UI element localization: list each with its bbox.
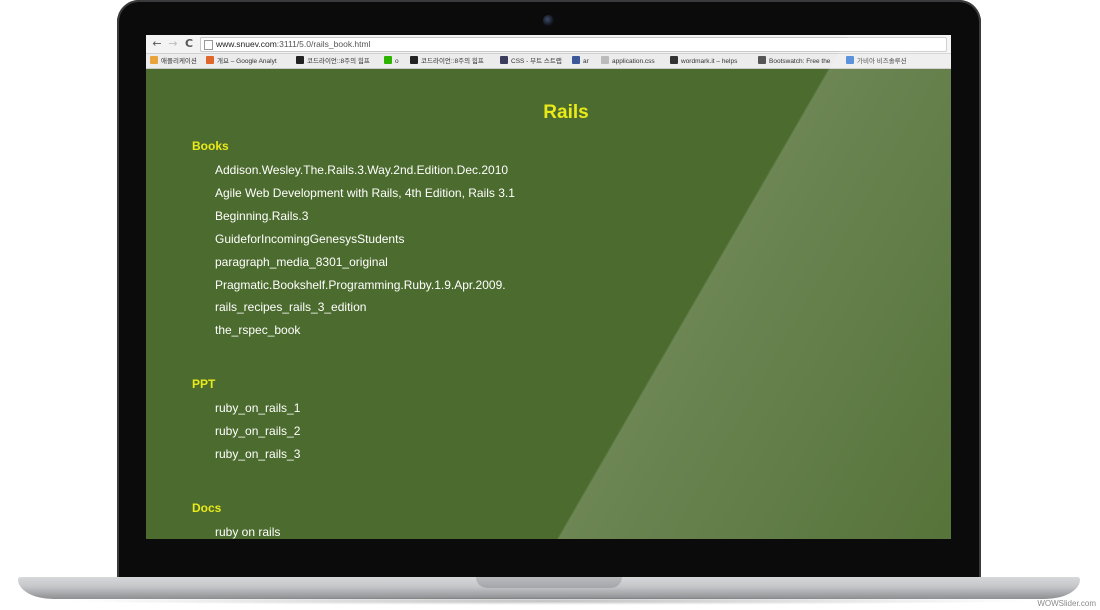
url-host: www.snuev.com [216, 39, 277, 49]
bookmark-item[interactable]: Bootswatch: Free the [758, 56, 830, 66]
document-link[interactable]: ruby_on_rails_3 [215, 447, 300, 461]
bookmark-label: ar [583, 58, 589, 65]
bookmark-label: 가비아 비즈솔루션 [857, 58, 907, 65]
bookmarks-bar: 애플리케이션 개요 – Google Analyt 코드라이언::8주의 힘프 o 코드… [146, 54, 951, 69]
bookmark-item[interactable]: 코드라이언::8주의 힘프 [410, 56, 484, 66]
facebook-icon [572, 56, 580, 64]
bookmark-label: 코드라이언::8주의 힘프 [421, 58, 484, 65]
webcam-icon [543, 15, 554, 26]
bootswatch-icon [758, 56, 766, 64]
laptop-screen: ← → C www.snuev.com:3111/5.0/rails_book.… [146, 35, 951, 539]
address-bar-row: ← → C www.snuev.com:3111/5.0/rails_book.… [146, 35, 951, 54]
bookmark-item[interactable]: 개요 – Google Analyt [206, 56, 277, 66]
bookmark-item[interactable]: 가비아 비즈솔루션 [846, 56, 907, 66]
bookmark-label: o [395, 58, 399, 65]
bookmark-item[interactable]: wordmark.it – helps [670, 56, 737, 66]
document-link[interactable]: the_rspec_book [215, 323, 300, 337]
document-link[interactable]: Pragmatic.Bookshelf.Programming.Ruby.1.9… [215, 278, 506, 292]
section-heading-docs: Docs [192, 501, 222, 515]
bookmark-label: 개요 – Google Analyt [217, 58, 277, 65]
forward-icon[interactable]: → [166, 37, 180, 51]
document-link[interactable]: ruby_on_rails_2 [215, 424, 300, 438]
bookmark-label: 코드라이언::8주의 힘프 [307, 58, 370, 65]
page-icon [204, 40, 213, 50]
bookmark-item[interactable]: 애플리케이션 [150, 56, 197, 66]
document-link[interactable]: ruby_on_rails_1 [215, 401, 300, 415]
url-field[interactable]: www.snuev.com:3111/5.0/rails_book.html [200, 37, 947, 52]
coderlion-icon [296, 56, 304, 64]
page-content: Rails Books Addison.Wesley.The.Rails.3.Wa… [146, 69, 951, 539]
bookmark-item[interactable]: application.css [601, 56, 655, 66]
bookmark-item[interactable]: 코드라이언::8주의 힘프 [296, 56, 370, 66]
bookmark-label: Bootswatch: Free the [769, 58, 831, 65]
bookmark-label: application.css [612, 58, 655, 65]
section-heading-ppt: PPT [192, 377, 216, 391]
document-link[interactable]: Beginning.Rails.3 [215, 209, 308, 223]
document-link[interactable]: GuideforIncomingGenesysStudents [215, 232, 404, 246]
bookmark-item[interactable]: o [384, 56, 399, 66]
laptop-shadow [60, 597, 1040, 605]
document-link[interactable]: Agile Web Development with Rails, 4th Ed… [215, 186, 515, 200]
naver-icon [384, 56, 392, 64]
url-text: www.snuev.com:3111/5.0/rails_book.html [216, 38, 371, 51]
wordmark-icon [670, 56, 678, 64]
bookmark-label: CSS - 부트 스트랩 [511, 58, 562, 65]
document-link[interactable]: rails_recipes_rails_3_edition [215, 300, 366, 314]
bookmark-label: wordmark.it – helps [681, 58, 738, 65]
coderlion-icon [410, 56, 418, 64]
laptop-opening-notch [476, 577, 622, 588]
document-link[interactable]: Addison.Wesley.The.Rails.3.Way.2nd.Editi… [215, 163, 508, 177]
bookmark-item[interactable]: CSS - 부트 스트랩 [500, 56, 562, 66]
gabia-icon [846, 56, 854, 64]
apps-grid-icon [150, 56, 158, 64]
bookmark-item[interactable]: ar [572, 56, 589, 66]
bootstrap-icon [500, 56, 508, 64]
bookmark-label: 애플리케이션 [161, 58, 197, 65]
analytics-icon [206, 56, 214, 64]
page-title: Rails [543, 102, 589, 123]
document-link[interactable]: paragraph_media_8301_original [215, 255, 388, 269]
section-heading-books: Books [192, 139, 229, 153]
document-link[interactable]: ruby on rails [215, 525, 280, 539]
watermark: WOWSlider.com [1037, 599, 1096, 608]
file-icon [601, 56, 609, 64]
reload-icon[interactable]: C [182, 37, 196, 51]
back-icon[interactable]: ← [150, 37, 164, 51]
url-path: :3111/5.0/rails_book.html [276, 39, 371, 49]
